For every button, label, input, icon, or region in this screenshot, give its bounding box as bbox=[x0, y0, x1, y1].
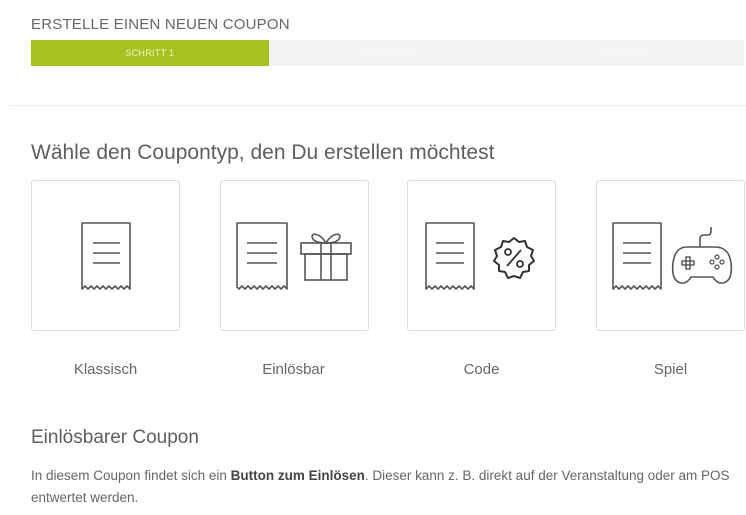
page-title: ERSTELLE EINEN NEUEN COUPON bbox=[31, 16, 290, 33]
gamepad-icon bbox=[612, 222, 733, 290]
percent-badge-icon bbox=[425, 222, 535, 290]
progress-step-1[interactable]: SCHRITT 1 bbox=[31, 40, 269, 66]
coupon-type-card-spiel[interactable] bbox=[596, 180, 745, 331]
coupon-type-heading: Wähle den Coupontyp, den Du erstellen mö… bbox=[31, 141, 495, 164]
coupon-type-label-code: Code bbox=[463, 361, 500, 378]
coupon-type-card-einloesbar[interactable] bbox=[220, 180, 369, 331]
coupon-wizard-page: ERSTELLE EINEN NEUEN COUPON SCHRITT 1 SC… bbox=[0, 0, 746, 515]
coupon-type-label-einloesbar: Einlösbar bbox=[262, 361, 325, 378]
coupon-type-card-klassisch[interactable] bbox=[31, 180, 180, 331]
receipt-icon bbox=[81, 222, 131, 290]
description-text-start: In diesem Coupon findet sich ein bbox=[31, 468, 231, 483]
coupon-type-options bbox=[31, 180, 745, 331]
coupon-type-card-code[interactable] bbox=[407, 180, 556, 331]
coupon-description-title: Einlösbarer Coupon bbox=[31, 427, 199, 448]
section-divider bbox=[10, 105, 746, 106]
coupon-type-label-klassisch: Klassisch bbox=[73, 361, 138, 378]
progress-step-3[interactable]: SCHRITT 3 bbox=[506, 40, 744, 66]
progress-step-2[interactable]: SCHRITT 2 bbox=[269, 40, 507, 66]
coupon-description-text: In diesem Coupon findet sich ein Button … bbox=[31, 465, 743, 509]
coupon-type-label-spiel: Spiel bbox=[653, 361, 688, 378]
step-progress-bar: SCHRITT 1 SCHRITT 2 SCHRITT 3 bbox=[31, 40, 744, 66]
description-text-bold: Button zum Einlösen bbox=[230, 468, 365, 483]
gift-icon bbox=[236, 222, 352, 290]
